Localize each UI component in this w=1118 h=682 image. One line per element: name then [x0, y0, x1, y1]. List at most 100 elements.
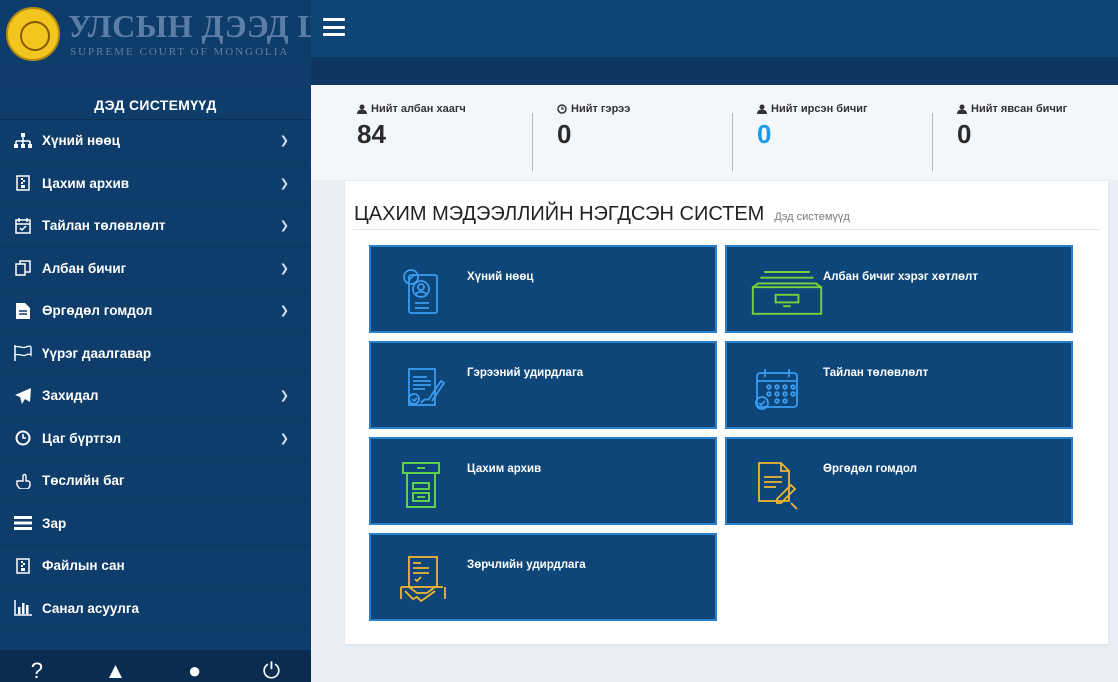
sidebar-item-label: Цахим архив [42, 175, 130, 191]
sidebar-item-label: Цаг бүртгэл [42, 430, 122, 446]
user-icon[interactable]: ● [188, 660, 201, 682]
sidebar-item-petition[interactable]: Өргөдөл гомдол ❯ [0, 290, 311, 333]
tile-violation-management[interactable]: Зөрчлийн удирдлага [369, 533, 717, 621]
sidebar-menu: Хүний нөөц ❯ Цахим архив ❯ Тайлан төлөвл… [0, 120, 311, 630]
tile-label: Тайлан төлөвлөлт [823, 367, 929, 379]
sidebar-item-tasks[interactable]: Үүрэг даалгавар [0, 333, 311, 375]
brand-strip [0, 68, 311, 88]
stat-incoming-letters: Нийт ирсэн бичиг 0 [711, 85, 933, 180]
chevron-down-icon: ❯ [279, 432, 289, 445]
home-icon[interactable]: ▲ [105, 660, 127, 682]
flag-icon [12, 344, 34, 362]
clock-icon [557, 104, 567, 114]
sidebar-item-project-team[interactable]: Төслийн баг [0, 460, 311, 503]
subsystems-panel: ЦАХИМ МЭДЭЭЛЛИЙН НЭГДСЭН СИСТЕМ Дэд систе… [345, 181, 1108, 644]
list-icon [12, 514, 34, 532]
brand-subtitle: SUPREME COURT OF MONGOLIA [70, 46, 290, 58]
file-archive-icon [12, 174, 34, 192]
sitemap-icon [12, 132, 34, 150]
tile-label: Албан бичиг хэрэг хөтлөлт [823, 271, 978, 283]
sidebar-item-time[interactable]: Цаг бүртгэл ❯ [0, 418, 311, 460]
contract-sign-icon [408, 368, 446, 406]
tile-e-archive[interactable]: Цахим архив [369, 437, 717, 525]
user-icon [957, 104, 967, 114]
sidebar-item-label: Санал асуулга [42, 600, 139, 616]
hamburger-menu-icon[interactable] [323, 18, 345, 36]
bar-chart-icon [12, 599, 34, 617]
tile-official-letter-management[interactable]: Албан бичиг хэрэг хөтлөлт [725, 245, 1073, 333]
user-icon [357, 104, 367, 114]
sidebar-item-hr[interactable]: Хүний нөөц ❯ [0, 120, 311, 163]
chevron-down-icon: ❯ [279, 220, 289, 233]
tile-label: Зөрчлийн удирдлага [467, 559, 586, 571]
doc-pen-icon [758, 462, 798, 510]
sidebar-item-report[interactable]: Тайлан төлөвлөлт ❯ [0, 205, 311, 248]
stat-label: Нийт ирсэн бичиг [771, 103, 868, 115]
stat-label: Нийт албан хаагч [371, 103, 466, 115]
handshake-doc-icon [400, 556, 446, 603]
stat-value: 0 [757, 119, 772, 149]
panel-subtitle: Дэд системүүд [774, 211, 850, 223]
stat-total-employees: Нийт албан хаагч 84 [311, 85, 533, 180]
tile-label: Цахим архив [467, 463, 542, 475]
tile-label: Өргөдөл гомдол [823, 463, 917, 475]
tile-label: Гэрээний удирдлага [467, 367, 584, 379]
calendar-icon [755, 369, 798, 410]
stat-label: Нийт гэрээ [571, 103, 631, 115]
sidebar-item-mail[interactable]: Захидал ❯ [0, 375, 311, 418]
profile-doc-icon [403, 269, 438, 314]
stats-row: Нийт албан хаагч 84 Нийт гэрээ 0 Нийт ир… [311, 85, 1118, 180]
power-icon[interactable]: ⏻ [263, 660, 280, 682]
archive-drawer-icon [751, 271, 823, 315]
sidebar: УЛСЫН ДЭЭД ШҮҮХ SUPREME COURT OF MONGOLI… [0, 0, 311, 682]
brand-title: УЛСЫН ДЭЭД ШҮҮХ [68, 8, 311, 44]
brand[interactable]: УЛСЫН ДЭЭД ШҮҮХ SUPREME COURT OF MONGOLI… [0, 0, 311, 88]
paper-plane-icon [12, 387, 34, 405]
sidebar-header: ДЭД СИСТЕМҮҮД [0, 90, 311, 120]
file-text-icon [12, 302, 34, 320]
stat-value: 0 [957, 119, 972, 149]
court-seal-icon [6, 7, 60, 61]
sidebar-item-label: Үүрэг даалгавар [42, 345, 152, 361]
chevron-down-icon: ❯ [279, 305, 289, 318]
stat-label: Нийт явсан бичиг [971, 103, 1068, 115]
file-icon [12, 557, 34, 575]
tile-contract-management[interactable]: Гэрээний удирдлага [369, 341, 717, 429]
tile-label: Хүний нөөц [467, 271, 534, 283]
chevron-down-icon: ❯ [279, 177, 289, 190]
top-bar [311, 0, 1118, 57]
stat-value: 0 [557, 119, 572, 149]
sidebar-item-label: Албан бичиг [42, 260, 127, 276]
chevron-down-icon: ❯ [279, 262, 289, 275]
chevron-down-icon: ❯ [279, 390, 289, 403]
sidebar-item-label: Зар [42, 515, 67, 531]
sidebar-item-official-letter[interactable]: Албан бичиг ❯ [0, 248, 311, 290]
sidebar-item-archive[interactable]: Цахим архив ❯ [0, 163, 311, 205]
sidebar-item-label: Өргөдөл гомдол [42, 303, 153, 319]
sidebar-item-survey[interactable]: Санал асуулга [0, 588, 311, 630]
help-icon[interactable]: ? [31, 660, 43, 682]
sidebar-item-label: Захидал [42, 388, 99, 404]
tile-report-planning[interactable]: Тайлан төлөвлөлт [725, 341, 1073, 429]
panel-title: ЦАХИМ МЭДЭЭЛЛИЙН НЭГДСЭН СИСТЕМ Дэд систе… [354, 203, 850, 225]
stat-total-contracts: Нийт гэрээ 0 [511, 85, 733, 180]
sidebar-item-label: Тайлан төлөвлөлт [42, 218, 166, 234]
sidebar-item-label: Төслийн баг [42, 473, 125, 489]
stat-outgoing-letters: Нийт явсан бичиг 0 [911, 85, 1111, 180]
archive-box-icon [402, 462, 440, 508]
sidebar-footer: ? ▲ ● ⏻ [0, 650, 311, 682]
stat-value: 84 [357, 119, 386, 149]
sidebar-item-files[interactable]: Файлын сан [0, 545, 311, 588]
sidebar-item-label: Файлын сан [42, 558, 125, 574]
clock-icon [12, 429, 34, 447]
user-icon [757, 104, 767, 114]
sub-bar [311, 57, 1118, 85]
chevron-down-icon: ❯ [279, 135, 289, 148]
sidebar-item-label: Хүний нөөц [42, 133, 120, 149]
tile-human-resources[interactable]: Хүний нөөц [369, 245, 717, 333]
hand-point-icon [12, 472, 34, 490]
calendar-check-icon [12, 217, 34, 235]
copy-icon [12, 259, 34, 277]
sidebar-item-announcements[interactable]: Зар [0, 503, 311, 545]
tile-petitions-complaints[interactable]: Өргөдөл гомдол [725, 437, 1073, 525]
